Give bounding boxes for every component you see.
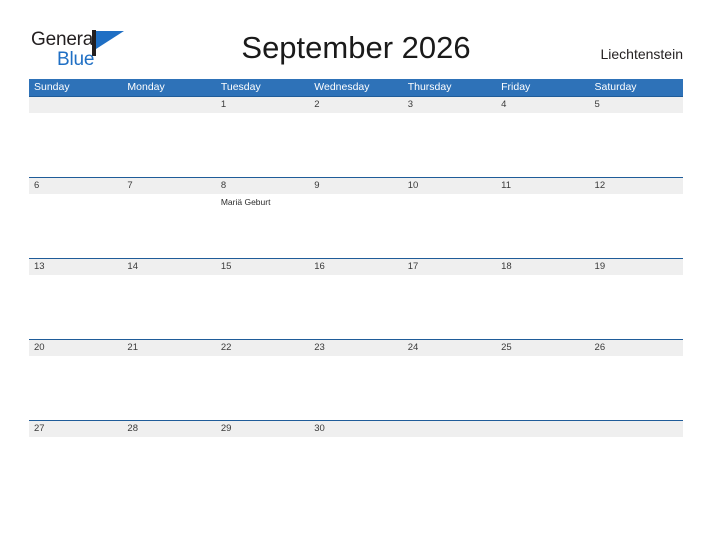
day-cell[interactable]: Mariä Geburt [216,194,309,258]
day-number[interactable] [496,421,589,437]
day-number[interactable] [403,421,496,437]
day-cell[interactable] [590,356,683,420]
day-cell[interactable] [29,113,122,177]
day-cell[interactable] [122,356,215,420]
day-number[interactable]: 22 [216,340,309,356]
day-cell[interactable] [309,437,402,501]
day-number[interactable] [122,97,215,113]
day-number[interactable]: 12 [590,178,683,194]
day-cell[interactable] [29,275,122,339]
day-number[interactable]: 19 [590,259,683,275]
weekday-header-row: Sunday Monday Tuesday Wednesday Thursday… [29,79,683,96]
weekday-header-saturday: Saturday [594,81,637,93]
calendar-page: General Blue September 2026 Liechtenstei… [0,0,712,550]
week-date-band: 6 7 8 9 10 11 12 [29,178,683,194]
page-header: General Blue September 2026 Liechtenstei… [0,0,712,79]
day-cell[interactable] [309,356,402,420]
day-cell[interactable] [122,194,215,258]
day-cell[interactable] [496,437,589,501]
day-number[interactable]: 4 [496,97,589,113]
day-number[interactable]: 7 [122,178,215,194]
day-cell[interactable] [29,356,122,420]
day-number[interactable]: 6 [29,178,122,194]
day-number[interactable]: 24 [403,340,496,356]
day-cell[interactable] [309,113,402,177]
day-number[interactable]: 3 [403,97,496,113]
day-number[interactable]: 13 [29,259,122,275]
day-number[interactable]: 5 [590,97,683,113]
weekday-header-thursday: Thursday [407,81,452,93]
day-number[interactable]: 21 [122,340,215,356]
week-date-band: 27 28 29 30 [29,421,683,437]
week-date-band: 1 2 3 4 5 [29,97,683,113]
week-row: 1 2 3 4 5 [29,96,683,177]
day-cell[interactable] [590,275,683,339]
weekday-header-tuesday: Tuesday [220,81,261,93]
week-date-band: 20 21 22 23 24 25 26 [29,340,683,356]
weekday-header-monday: Monday [127,81,165,93]
week-body-band [29,113,683,177]
country-label: Liechtenstein [600,46,683,62]
day-cell[interactable] [496,113,589,177]
week-date-band: 13 14 15 16 17 18 19 [29,259,683,275]
day-number[interactable]: 23 [309,340,402,356]
day-number[interactable] [590,421,683,437]
day-number[interactable] [29,97,122,113]
weekday-header-wednesday: Wednesday [314,81,370,93]
day-cell[interactable] [29,194,122,258]
day-cell[interactable] [403,356,496,420]
day-cell[interactable] [216,356,309,420]
day-cell[interactable] [590,113,683,177]
day-number[interactable]: 29 [216,421,309,437]
week-body-band [29,275,683,339]
week-row: 27 28 29 30 [29,420,683,501]
day-number[interactable]: 14 [122,259,215,275]
weekday-header-friday: Friday [501,81,531,93]
day-cell[interactable] [216,437,309,501]
day-cell[interactable] [496,356,589,420]
day-number[interactable]: 1 [216,97,309,113]
day-cell[interactable] [309,275,402,339]
day-number[interactable]: 8 [216,178,309,194]
week-body-band: Mariä Geburt [29,194,683,258]
day-number[interactable]: 2 [309,97,402,113]
day-cell[interactable] [496,275,589,339]
day-number[interactable]: 20 [29,340,122,356]
day-number[interactable]: 27 [29,421,122,437]
day-number[interactable]: 9 [309,178,402,194]
day-cell[interactable] [122,113,215,177]
day-cell[interactable] [122,437,215,501]
day-cell[interactable] [403,437,496,501]
week-body-band [29,437,683,501]
day-number[interactable]: 30 [309,421,402,437]
day-number[interactable]: 15 [216,259,309,275]
day-cell[interactable] [590,194,683,258]
week-body-band [29,356,683,420]
weekday-header-sunday: Sunday [34,81,70,93]
day-number[interactable]: 18 [496,259,589,275]
day-number[interactable]: 10 [403,178,496,194]
day-cell[interactable] [496,194,589,258]
day-number[interactable]: 11 [496,178,589,194]
day-number[interactable]: 28 [122,421,215,437]
day-cell[interactable] [403,113,496,177]
day-number[interactable]: 25 [496,340,589,356]
day-cell[interactable] [216,113,309,177]
week-row: 20 21 22 23 24 25 26 [29,339,683,420]
day-number[interactable]: 16 [309,259,402,275]
day-cell[interactable] [216,275,309,339]
day-cell[interactable] [309,194,402,258]
day-cell[interactable] [403,275,496,339]
week-row: 13 14 15 16 17 18 19 [29,258,683,339]
week-row: 6 7 8 9 10 11 12 Mariä Geburt [29,177,683,258]
day-cell[interactable] [122,275,215,339]
day-number[interactable]: 26 [590,340,683,356]
calendar-grid: Sunday Monday Tuesday Wednesday Thursday… [29,79,683,501]
day-event: Mariä Geburt [220,197,271,207]
day-cell[interactable] [403,194,496,258]
day-cell[interactable] [29,437,122,501]
day-cell[interactable] [590,437,683,501]
day-number[interactable]: 17 [403,259,496,275]
